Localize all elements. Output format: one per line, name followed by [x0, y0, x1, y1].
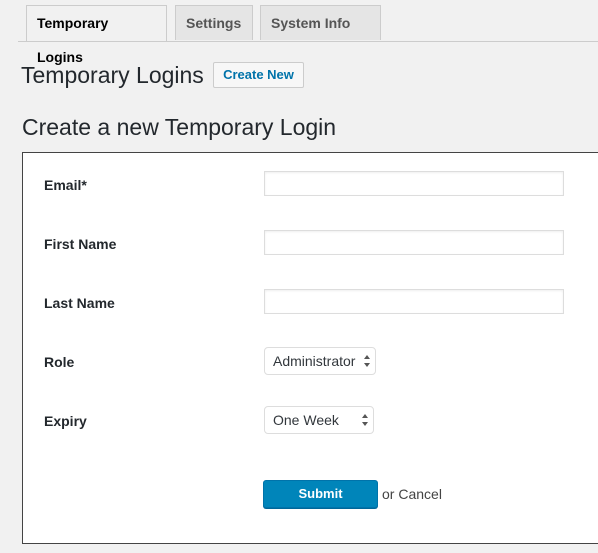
expiry-select[interactable]: One Week	[264, 406, 374, 434]
role-label: Role	[44, 354, 75, 370]
form-title: Create a new Temporary Login	[22, 114, 337, 140]
create-login-form: Email* First Name Last Name Role Adminis…	[22, 152, 598, 544]
tab-system-info[interactable]: System Info	[260, 5, 381, 40]
role-select[interactable]: Administrator	[264, 347, 376, 375]
email-label: Email*	[44, 177, 87, 193]
first-name-input[interactable]	[264, 230, 564, 255]
select-arrows-icon	[364, 355, 370, 367]
expiry-select-value: One Week	[273, 412, 339, 428]
page-title: Temporary Logins	[21, 62, 204, 88]
role-select-value: Administrator	[273, 353, 356, 369]
or-text: or	[382, 486, 395, 502]
first-name-label: First Name	[44, 236, 117, 252]
tab-bar: Temporary Logins Settings System Info	[18, 0, 598, 65]
create-new-button[interactable]: Create New	[213, 62, 304, 88]
expiry-label: Expiry	[44, 413, 87, 429]
last-name-input[interactable]	[264, 289, 564, 314]
cancel-wrapper: or Cancel	[382, 486, 442, 502]
select-arrows-icon	[362, 414, 368, 426]
submit-button[interactable]: Submit	[263, 480, 378, 508]
email-input[interactable]	[264, 171, 564, 196]
last-name-label: Last Name	[44, 295, 115, 311]
tab-settings[interactable]: Settings	[175, 5, 253, 40]
tab-temporary-logins[interactable]: Temporary Logins	[26, 5, 167, 65]
cancel-link[interactable]: Cancel	[398, 486, 442, 502]
